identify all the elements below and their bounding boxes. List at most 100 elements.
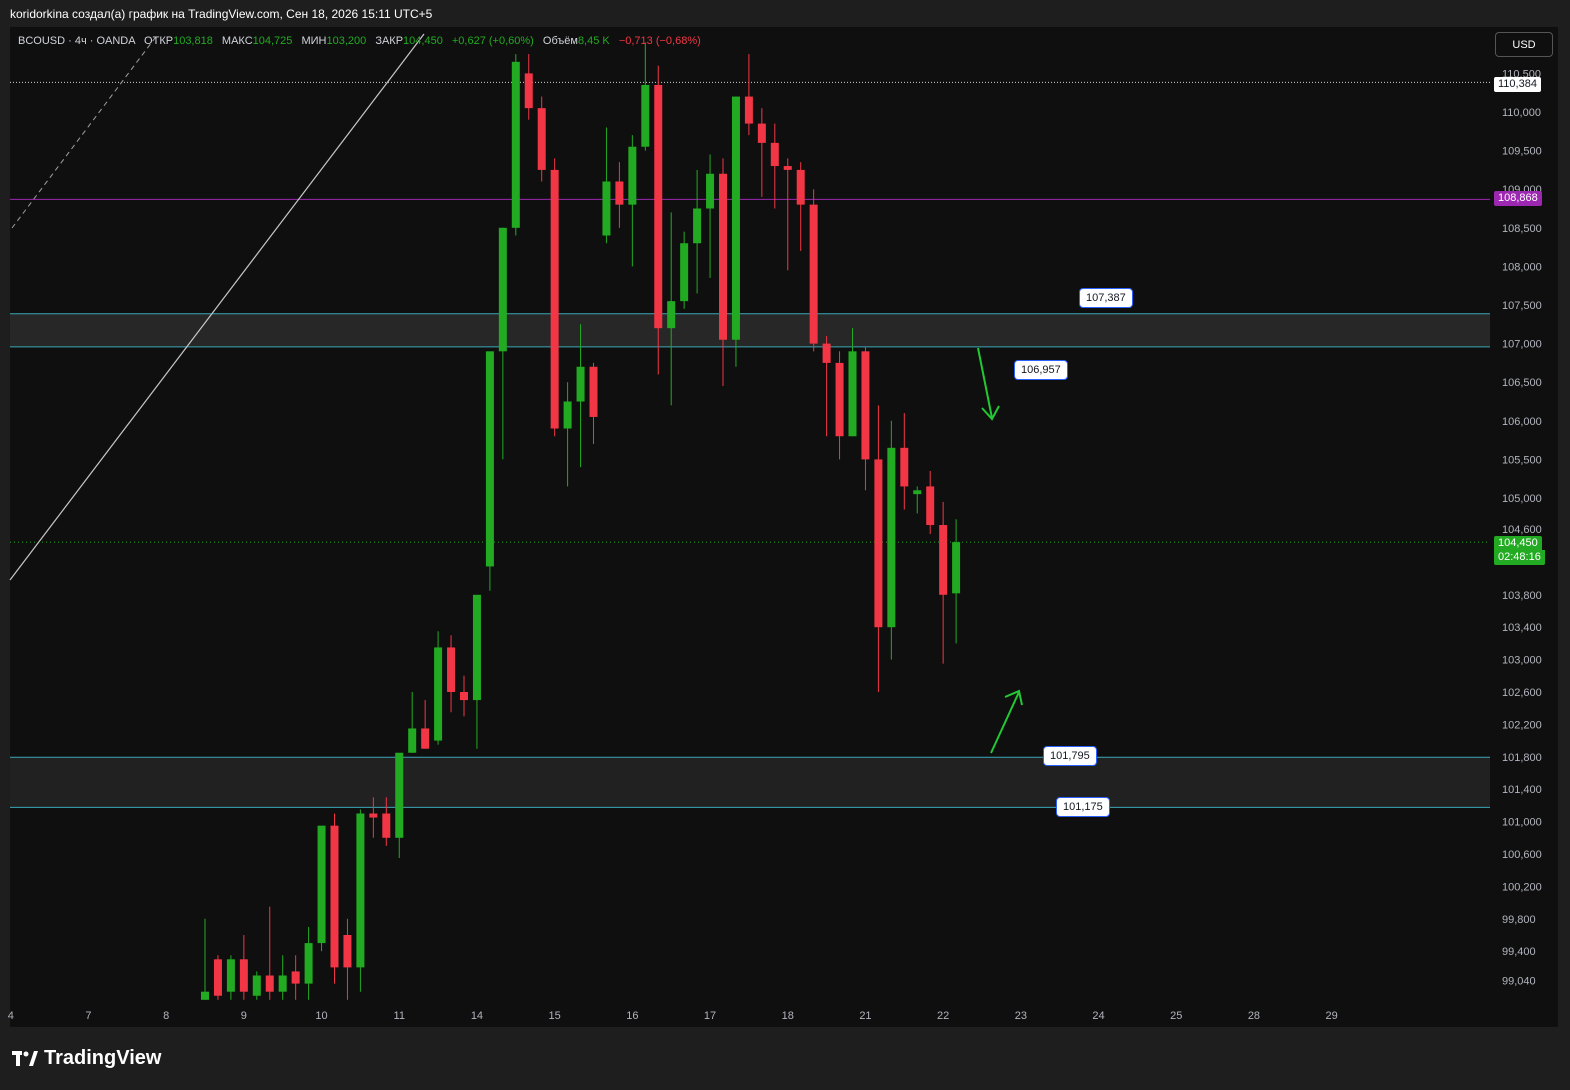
candle-down[interactable] xyxy=(654,84,663,329)
legend-volume: 8,45 K xyxy=(577,35,610,47)
price-tick-label: 101,400 xyxy=(1502,784,1542,796)
candle-down[interactable] xyxy=(835,362,844,437)
candle-down[interactable] xyxy=(369,813,378,818)
candle-up[interactable] xyxy=(913,490,922,495)
candle-down[interactable] xyxy=(213,959,222,996)
candle-down[interactable] xyxy=(874,459,883,628)
legend-high: 104,725 xyxy=(252,35,293,47)
legend-open-label: ОТКР xyxy=(144,35,174,47)
price-tick-label: 109,500 xyxy=(1502,146,1542,158)
candle-up[interactable] xyxy=(641,84,650,147)
price-tick-label: 102,600 xyxy=(1502,687,1542,699)
callout-lower-zone-top[interactable]: 101,795 xyxy=(1043,746,1097,766)
candle-up[interactable] xyxy=(576,366,585,402)
callout-lower-zone-bottom[interactable]: 101,175 xyxy=(1056,797,1110,817)
candle-up[interactable] xyxy=(563,401,572,429)
up-arrow xyxy=(990,689,1023,754)
purple-price-label: 108,868 xyxy=(1494,191,1542,206)
candle-up[interactable] xyxy=(317,825,326,944)
price-tick-label: 101,800 xyxy=(1502,752,1542,764)
candle-up[interactable] xyxy=(408,728,417,753)
candle-up[interactable] xyxy=(887,447,896,628)
candle-up[interactable] xyxy=(252,975,261,996)
candle-down[interactable] xyxy=(926,486,935,526)
candle-up[interactable] xyxy=(602,181,611,236)
candle-down[interactable] xyxy=(421,728,430,749)
legend-low-label: МИН xyxy=(301,35,327,47)
candle-down[interactable] xyxy=(900,447,909,487)
lower-zone xyxy=(10,757,1490,808)
legend-volume-label: Объём xyxy=(542,35,578,47)
candle-up[interactable] xyxy=(693,208,702,244)
candle-up[interactable] xyxy=(485,351,494,567)
callout-upper-zone-bottom[interactable]: 106,957 xyxy=(1014,360,1068,380)
candle-up[interactable] xyxy=(278,975,287,992)
candle-down[interactable] xyxy=(343,935,352,968)
candle-down[interactable] xyxy=(589,366,598,417)
candle-down[interactable] xyxy=(770,142,779,167)
candle-up[interactable] xyxy=(511,61,520,228)
down-arrow xyxy=(977,347,1000,421)
tradingview-logo-icon xyxy=(12,1050,38,1066)
candle-up[interactable] xyxy=(628,146,637,205)
candle-up[interactable] xyxy=(731,96,740,340)
candle-up[interactable] xyxy=(434,647,443,741)
candle-up[interactable] xyxy=(472,594,481,701)
candle-down[interactable] xyxy=(757,123,766,143)
candle-down[interactable] xyxy=(744,96,753,124)
candle-down[interactable] xyxy=(719,173,727,340)
candle-down[interactable] xyxy=(615,181,624,205)
price-tick-label: 102,200 xyxy=(1502,719,1542,731)
candle-down[interactable] xyxy=(861,351,870,460)
price-tick-label: 100,600 xyxy=(1502,849,1542,861)
price-tick-label: 101,000 xyxy=(1502,817,1542,829)
candle-up[interactable] xyxy=(667,301,676,329)
candle-up[interactable] xyxy=(356,813,365,968)
legend-symbol[interactable]: BCOUSD · 4ч · OANDA xyxy=(18,35,135,47)
candle-down[interactable] xyxy=(783,166,792,170)
time-tick-label: 16 xyxy=(626,1010,638,1022)
candle-down[interactable] xyxy=(382,813,391,838)
legend-low: 103,200 xyxy=(326,35,367,47)
candles-group xyxy=(201,42,961,1000)
price-tick-label: 105,500 xyxy=(1502,454,1542,466)
time-tick-label: 25 xyxy=(1170,1010,1182,1022)
time-tick-label: 17 xyxy=(704,1010,716,1022)
legend-high-label: МАКС xyxy=(221,35,253,47)
candle-up[interactable] xyxy=(848,351,857,437)
candle-up[interactable] xyxy=(395,752,404,838)
callout-upper-zone-top[interactable]: 107,387 xyxy=(1079,288,1133,308)
time-tick-label: 24 xyxy=(1092,1010,1104,1022)
current-price-label: 104,450 xyxy=(1494,536,1542,551)
candle-up[interactable] xyxy=(706,173,715,209)
candle-up[interactable] xyxy=(498,227,507,352)
candle-down[interactable] xyxy=(330,825,339,968)
currency-button[interactable]: USD xyxy=(1495,32,1553,57)
tradingview-logo[interactable]: TradingView xyxy=(12,1047,161,1070)
candle-up[interactable] xyxy=(680,243,689,302)
candle-down[interactable] xyxy=(460,692,468,701)
time-tick-label: 18 xyxy=(782,1010,794,1022)
candle-down[interactable] xyxy=(809,204,818,344)
candle-down[interactable] xyxy=(291,971,300,984)
candle-down[interactable] xyxy=(550,169,559,429)
candle-down[interactable] xyxy=(524,73,533,109)
price-tick-label: 108,000 xyxy=(1502,261,1542,273)
candle-down[interactable] xyxy=(239,959,248,992)
candle-down[interactable] xyxy=(265,975,274,992)
price-tick-label: 100,200 xyxy=(1502,881,1542,893)
candle-down[interactable] xyxy=(537,108,546,170)
candle-up[interactable] xyxy=(201,991,209,1000)
trend-line xyxy=(9,33,425,581)
candle-up[interactable] xyxy=(952,542,961,594)
candle-up[interactable] xyxy=(226,959,235,992)
candle-down[interactable] xyxy=(447,647,456,692)
high-price-label: 110,384 xyxy=(1494,77,1541,92)
legend-volume-change: −0,713 (−0,68%) xyxy=(618,35,701,47)
time-tick-label: 9 xyxy=(241,1010,247,1022)
candle-down[interactable] xyxy=(796,169,805,205)
price-chart[interactable]: 110,500110,000109,500109,000108,500108,0… xyxy=(0,0,1570,1090)
candle-down[interactable] xyxy=(822,343,831,363)
candle-down[interactable] xyxy=(939,525,948,595)
candle-up[interactable] xyxy=(304,943,313,984)
